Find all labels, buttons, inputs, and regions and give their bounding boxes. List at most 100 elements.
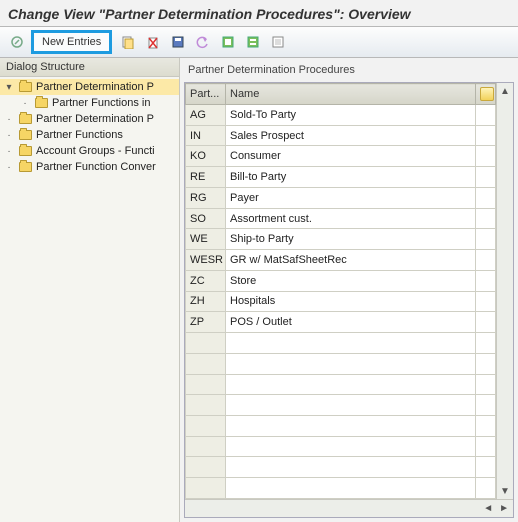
cell-code[interactable]: IN: [186, 125, 226, 146]
cell-name[interactable]: [226, 457, 476, 478]
cell-name[interactable]: Sold-To Party: [226, 105, 476, 126]
tree-node[interactable]: ▾Partner Determination P: [0, 79, 179, 95]
copy-icon[interactable]: [117, 31, 139, 53]
cell-code[interactable]: WESR: [186, 250, 226, 271]
cell-name[interactable]: Sales Prospect: [226, 125, 476, 146]
table-row[interactable]: [186, 457, 496, 478]
cell-select[interactable]: [475, 416, 495, 437]
table-row[interactable]: [186, 395, 496, 416]
table-row[interactable]: ZCStore: [186, 270, 496, 291]
cell-select[interactable]: [475, 229, 495, 250]
tree-toggle-icon[interactable]: ·: [4, 130, 14, 141]
cell-select[interactable]: [475, 187, 495, 208]
cell-name[interactable]: Store: [226, 270, 476, 291]
vertical-scrollbar[interactable]: ▲ ▼: [496, 83, 513, 499]
tree-node[interactable]: ·Account Groups - Functi: [0, 143, 179, 159]
table-row[interactable]: [186, 478, 496, 499]
cell-code[interactable]: [186, 395, 226, 416]
cell-name[interactable]: Payer: [226, 187, 476, 208]
cell-select[interactable]: [475, 250, 495, 271]
cell-name[interactable]: [226, 395, 476, 416]
table-row[interactable]: ZPPOS / Outlet: [186, 312, 496, 333]
cell-select[interactable]: [475, 333, 495, 354]
cell-code[interactable]: WE: [186, 229, 226, 250]
cell-name[interactable]: [226, 436, 476, 457]
cell-select[interactable]: [475, 208, 495, 229]
cell-code[interactable]: ZH: [186, 291, 226, 312]
cell-name[interactable]: Ship-to Party: [226, 229, 476, 250]
col-header-select[interactable]: [475, 84, 495, 105]
col-header-code[interactable]: Part...: [186, 84, 226, 105]
cell-code[interactable]: [186, 333, 226, 354]
cell-select[interactable]: [475, 374, 495, 395]
cell-code[interactable]: [186, 478, 226, 499]
cell-code[interactable]: RE: [186, 167, 226, 188]
undo-icon[interactable]: [192, 31, 214, 53]
tree-toggle-icon[interactable]: ·: [4, 162, 14, 173]
cell-name[interactable]: [226, 478, 476, 499]
table-row[interactable]: WESRGR w/ MatSafSheetRec: [186, 250, 496, 271]
deselect-icon[interactable]: [267, 31, 289, 53]
cell-select[interactable]: [475, 125, 495, 146]
cell-name[interactable]: Hospitals: [226, 291, 476, 312]
cell-name[interactable]: POS / Outlet: [226, 312, 476, 333]
cell-code[interactable]: SO: [186, 208, 226, 229]
scroll-down-icon[interactable]: ▼: [500, 483, 510, 499]
cell-name[interactable]: Assortment cust.: [226, 208, 476, 229]
cell-code[interactable]: [186, 436, 226, 457]
cell-select[interactable]: [475, 395, 495, 416]
table-row[interactable]: [186, 353, 496, 374]
cell-select[interactable]: [475, 291, 495, 312]
cell-select[interactable]: [475, 478, 495, 499]
table-row[interactable]: REBill-to Party: [186, 167, 496, 188]
table-row[interactable]: [186, 416, 496, 437]
cell-code[interactable]: RG: [186, 187, 226, 208]
cell-select[interactable]: [475, 105, 495, 126]
table-row[interactable]: RGPayer: [186, 187, 496, 208]
cell-code[interactable]: [186, 374, 226, 395]
table-row[interactable]: [186, 333, 496, 354]
cell-select[interactable]: [475, 312, 495, 333]
tree-toggle-icon[interactable]: ·: [4, 114, 14, 125]
table-row[interactable]: [186, 436, 496, 457]
delete-icon[interactable]: [142, 31, 164, 53]
scroll-left-icon[interactable]: ◄: [483, 503, 493, 514]
cell-code[interactable]: AG: [186, 105, 226, 126]
cell-select[interactable]: [475, 167, 495, 188]
cell-name[interactable]: Bill-to Party: [226, 167, 476, 188]
tool-expand-icon[interactable]: [6, 31, 28, 53]
table-row[interactable]: SOAssortment cust.: [186, 208, 496, 229]
cell-code[interactable]: ZC: [186, 270, 226, 291]
cell-name[interactable]: GR w/ MatSafSheetRec: [226, 250, 476, 271]
cell-name[interactable]: [226, 333, 476, 354]
col-header-name[interactable]: Name: [226, 84, 476, 105]
cell-code[interactable]: ZP: [186, 312, 226, 333]
tree-toggle-icon[interactable]: ·: [20, 98, 30, 109]
cell-name[interactable]: [226, 416, 476, 437]
cell-code[interactable]: [186, 457, 226, 478]
scroll-up-icon[interactable]: ▲: [500, 83, 510, 99]
horizontal-scrollbar[interactable]: ◄ ►: [185, 499, 513, 517]
tree-toggle-icon[interactable]: ▾: [4, 82, 14, 93]
tree-node[interactable]: ·Partner Functions in: [0, 95, 179, 111]
save-icon[interactable]: [167, 31, 189, 53]
table-row[interactable]: ZHHospitals: [186, 291, 496, 312]
cell-select[interactable]: [475, 146, 495, 167]
table-row[interactable]: AGSold-To Party: [186, 105, 496, 126]
cell-select[interactable]: [475, 353, 495, 374]
table-row[interactable]: [186, 374, 496, 395]
cell-select[interactable]: [475, 270, 495, 291]
cell-select[interactable]: [475, 457, 495, 478]
select-block-icon[interactable]: [242, 31, 264, 53]
table-row[interactable]: WEShip-to Party: [186, 229, 496, 250]
cell-code[interactable]: KO: [186, 146, 226, 167]
cell-code[interactable]: [186, 353, 226, 374]
cell-select[interactable]: [475, 436, 495, 457]
tree-node[interactable]: ·Partner Function Conver: [0, 159, 179, 175]
table-row[interactable]: KOConsumer: [186, 146, 496, 167]
select-column-icon[interactable]: [480, 87, 494, 101]
table-row[interactable]: INSales Prospect: [186, 125, 496, 146]
select-all-icon[interactable]: [217, 31, 239, 53]
cell-name[interactable]: [226, 353, 476, 374]
cell-name[interactable]: Consumer: [226, 146, 476, 167]
